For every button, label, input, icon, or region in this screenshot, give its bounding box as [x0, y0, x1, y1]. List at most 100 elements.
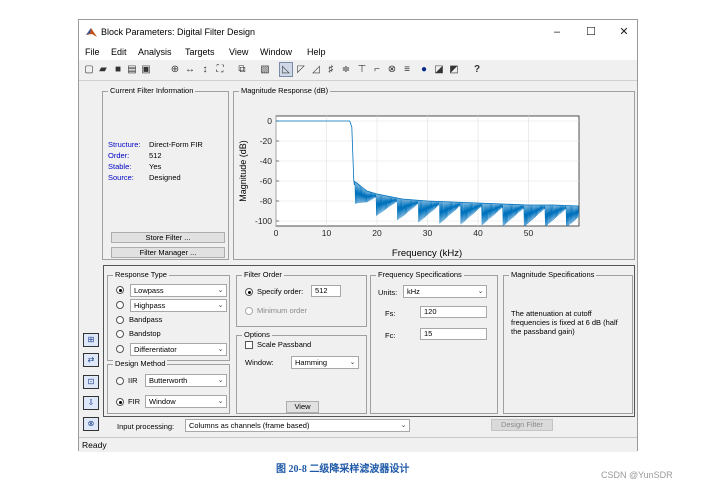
- fs-label: Fs:: [385, 309, 396, 318]
- lowpass-combo[interactable]: Lowpass ⌄: [130, 284, 227, 297]
- filter-design-window: Block Parameters: Digital Filter Design …: [78, 19, 638, 452]
- options-panel: Options Scale Passband Window: Hamming ⌄ …: [236, 330, 367, 414]
- specify-order-label: Specify order:: [257, 287, 304, 296]
- y-axis-label: Magnitude (dB): [238, 140, 248, 202]
- fir-method-combo[interactable]: Window ⌄: [145, 395, 227, 408]
- order-key: Order:: [108, 151, 130, 160]
- bandpass-radio[interactable]: [116, 316, 124, 324]
- design-panel-icon[interactable]: ⊞: [83, 333, 99, 347]
- coefficients-icon[interactable]: ≡: [401, 63, 413, 76]
- phase-delay-icon[interactable]: ≑: [340, 63, 352, 76]
- chevron-down-icon: ⌄: [217, 398, 224, 405]
- y-tick-label: 0: [267, 116, 272, 126]
- info-icon[interactable]: ●: [418, 63, 430, 76]
- iir-radio[interactable]: [116, 377, 124, 385]
- filter-order-panel: Filter Order Specify order: 512 Minimum …: [236, 270, 367, 327]
- y-tick-label: -40: [260, 156, 273, 166]
- magnitude-response-panel: Magnitude Response (dB) 0 10 20 30 40 50 0 -20…: [233, 86, 635, 260]
- lowpass-radio[interactable]: [116, 286, 124, 294]
- units-label: Units:: [378, 288, 398, 297]
- differentiator-radio[interactable]: [116, 345, 124, 353]
- print-preview-icon[interactable]: ▣: [140, 63, 152, 76]
- input-processing-combo[interactable]: Columns as channels (frame based) ⌄: [185, 419, 410, 432]
- mag-phase-icon[interactable]: ◿: [310, 63, 322, 76]
- zoom-x-icon[interactable]: ↔: [184, 63, 196, 76]
- filter-specs-icon[interactable]: ▧: [259, 63, 271, 76]
- menu-help[interactable]: Help: [307, 47, 326, 57]
- magnitude-icon[interactable]: ◺: [279, 62, 293, 77]
- order-field[interactable]: 512: [311, 285, 341, 297]
- menu-targets[interactable]: Targets: [185, 47, 215, 57]
- bandstop-radio[interactable]: [116, 330, 124, 338]
- highpass-combo[interactable]: Highpass ⌄: [130, 299, 227, 312]
- impulse-icon[interactable]: ⊤: [356, 63, 368, 76]
- zoom-in-icon[interactable]: ⊕: [169, 63, 181, 76]
- fir-radio[interactable]: [116, 398, 124, 406]
- specify-order-radio[interactable]: [245, 288, 253, 296]
- menu-edit[interactable]: Edit: [111, 47, 127, 57]
- chevron-down-icon: ⌄: [217, 377, 224, 384]
- differentiator-value: Differentiator: [134, 345, 177, 354]
- fc-field[interactable]: 15: [420, 328, 487, 340]
- menu-analysis[interactable]: Analysis: [138, 47, 172, 57]
- chevron-down-icon: ⌄: [400, 422, 407, 429]
- new-figure-icon[interactable]: ⧉: [236, 63, 248, 76]
- close-button[interactable]: ✕: [615, 24, 633, 40]
- save-icon[interactable]: ■: [112, 63, 124, 76]
- x-tick-label: 10: [322, 228, 332, 238]
- maximize-button[interactable]: ☐: [582, 24, 600, 40]
- magnitude-response-label: Magnitude Response (dB): [239, 86, 331, 95]
- stable-key: Stable:: [108, 162, 132, 171]
- y-tick-label: -100: [255, 216, 272, 226]
- highpass-radio[interactable]: [116, 301, 124, 309]
- zoom-y-icon[interactable]: ↕: [199, 63, 211, 76]
- differentiator-combo[interactable]: Differentiator ⌄: [130, 343, 227, 356]
- window-combo[interactable]: Hamming ⌄: [291, 356, 359, 369]
- iir-method-value: Butterworth: [149, 376, 188, 385]
- group-delay-icon[interactable]: ♯: [325, 63, 337, 76]
- title-bar: Block Parameters: Digital Filter Design …: [79, 20, 637, 44]
- new-icon[interactable]: ▢: [83, 63, 95, 76]
- minimum-order-label: Minimum order: [257, 306, 308, 315]
- chevron-down-icon: ⌄: [217, 287, 224, 294]
- design-filter-button[interactable]: Design Filter: [491, 419, 553, 431]
- phase-icon[interactable]: ◸: [295, 63, 307, 76]
- fc-label: Fc:: [385, 331, 396, 340]
- minimum-order-radio[interactable]: [245, 307, 253, 315]
- fs-field[interactable]: 120: [420, 306, 487, 318]
- print-icon[interactable]: ▤: [126, 63, 138, 76]
- chevron-down-icon: ⌄: [477, 288, 484, 295]
- units-combo[interactable]: kHz ⌄: [403, 285, 487, 298]
- pole-zero-icon[interactable]: ⊗: [386, 63, 398, 76]
- menu-window[interactable]: Window: [260, 47, 292, 57]
- step-icon[interactable]: ⌐: [371, 63, 383, 76]
- minimize-button[interactable]: –: [548, 24, 566, 40]
- filter-manager-button[interactable]: Filter Manager ...: [111, 247, 225, 258]
- store-filter-button[interactable]: Store Filter ...: [111, 232, 225, 243]
- scale-passband-label: Scale Passband: [257, 340, 312, 349]
- round-off-icon[interactable]: ◪: [433, 63, 445, 76]
- menu-view[interactable]: View: [229, 47, 248, 57]
- highpass-value: Highpass: [134, 301, 166, 310]
- realize-model-icon[interactable]: ⊡: [83, 375, 99, 389]
- transform-icon[interactable]: ⇄: [83, 353, 99, 367]
- scale-passband-checkbox[interactable]: [245, 341, 253, 349]
- view-button[interactable]: View: [286, 401, 319, 413]
- x-tick-label: 20: [372, 228, 382, 238]
- window-label: Window:: [245, 358, 274, 367]
- pole-zero-editor-icon[interactable]: ⊗: [83, 417, 99, 431]
- chevron-down-icon: ⌄: [217, 346, 224, 353]
- magnitude-estimate-icon[interactable]: ◩: [448, 63, 460, 76]
- matlab-icon: [86, 28, 97, 37]
- order-value: 512: [149, 151, 162, 160]
- options-label: Options: [242, 330, 272, 339]
- menu-file[interactable]: File: [85, 47, 100, 57]
- iir-method-combo[interactable]: Butterworth ⌄: [145, 374, 227, 387]
- magnitude-specs-label: Magnitude Specifications: [509, 270, 597, 279]
- import-icon[interactable]: ⇩: [83, 396, 99, 410]
- open-icon[interactable]: ▰: [97, 63, 109, 76]
- whats-this-icon[interactable]: ?: [471, 63, 483, 76]
- structure-key: Structure:: [108, 140, 141, 149]
- full-view-icon[interactable]: ⛶: [214, 63, 226, 76]
- current-filter-label: Current Filter Information: [108, 86, 196, 95]
